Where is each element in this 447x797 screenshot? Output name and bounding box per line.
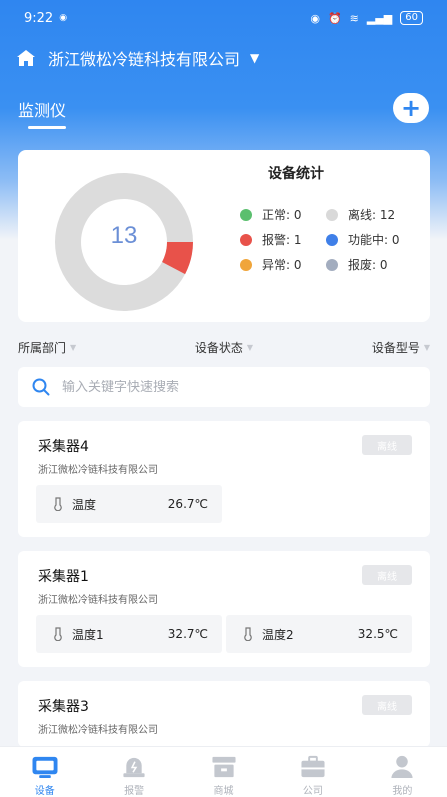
reading-label: 温度2 [262,627,294,642]
device-name: 采集器4 [38,439,89,455]
device-total: 13 [110,222,138,249]
device-card[interactable]: 采集器1 浙江微松冷链科技有限公司 离线 温度1 32.7℃ 温度2 32.5℃ [18,551,430,667]
reading-value: 32.5℃ [357,627,398,641]
reading-value: 26.7℃ [167,497,208,511]
device-name: 采集器3 [38,699,89,715]
tab-store[interactable]: 商城 [179,747,268,797]
status-time: 9:22 [24,10,54,26]
legend-working: 功能中: 0 [326,231,430,248]
search-box[interactable] [18,367,430,407]
home-icon [17,50,35,66]
battery-icon: 60 [400,11,423,25]
plus-icon: + [400,94,422,122]
orange-dot-icon [240,258,252,271]
device-card[interactable]: 采集器3 浙江微松冷链科技有限公司 离线 [18,681,430,747]
filter-department[interactable]: 所属部门 ▼ [18,338,76,356]
green-dot-icon [240,208,252,221]
status-badge: 离线 [362,565,412,585]
company-selector[interactable]: 浙江微松冷链科技有限公司 ▼ [16,44,259,72]
tab-monitor[interactable]: 监测仪 [18,97,66,121]
tab-devices[interactable]: 设备 [0,747,89,797]
status-bar: 9:22 ◉ ◉ ⏰ ≋ ▂▄▆ 60 [0,0,447,36]
device-name: 采集器1 [38,569,89,585]
filter-status[interactable]: 设备状态 ▼ [195,338,253,356]
device-stats-card: 13 设备统计 正常: 0 离线: 12 报警: 1 功能中: 0 异常: 0 … [18,150,430,322]
tab-alarm[interactable]: 报警 [89,747,178,797]
stats-title: 设备统计 [268,166,324,182]
reading-label: 温度1 [72,627,104,642]
device-company: 浙江微松冷链科技有限公司 [38,725,158,736]
caret-down-icon: ▼ [246,342,254,352]
reading-value: 32.7℃ [167,627,208,641]
alarm-clock-icon: ⏰ [327,11,342,25]
search-input[interactable] [62,379,392,395]
reading-item: 温度 26.7℃ [36,485,222,523]
slate-dot-icon [326,258,338,271]
blue-dot-icon [326,233,338,246]
legend-alarm: 报警: 1 [240,231,326,248]
notification-icon: ◉ [59,13,68,23]
wifi-icon: ≋ [349,11,359,25]
device-company: 浙江微松冷链科技有限公司 [38,595,158,606]
thermometer-icon [54,497,62,511]
tab-indicator [28,126,66,129]
caret-down-icon: ▼ [70,342,77,352]
red-dot-icon [240,233,252,246]
store-icon [211,756,236,778]
legend-scrapped: 报废: 0 [326,256,430,273]
thermometer-icon [244,627,252,641]
user-icon [391,755,413,779]
device-company: 浙江微松冷链科技有限公司 [38,465,158,476]
status-badge: 离线 [362,435,412,455]
tab-company[interactable]: 公司 [268,747,357,797]
bottom-tab-bar: 设备 报警 商城 公司 我的 [0,746,447,797]
add-device-button[interactable]: + [393,93,429,123]
reading-item: 温度1 32.7℃ [36,615,222,653]
company-icon [301,755,325,778]
signal-icon: ▂▄▆ [366,11,393,25]
chevron-down-icon: ▼ [250,51,260,65]
caret-down-icon: ▼ [423,342,430,352]
legend-offline: 离线: 12 [326,206,430,223]
reading-label: 温度 [72,497,97,512]
legend-abnormal: 异常: 0 [240,256,326,273]
stats-legend: 正常: 0 离线: 12 报警: 1 功能中: 0 异常: 0 报废: 0 [240,202,430,277]
eye-icon: ◉ [310,11,320,25]
device-icon [32,756,58,779]
thermometer-icon [54,627,62,641]
tab-mine[interactable]: 我的 [358,747,447,797]
alarm-icon [123,757,145,778]
filter-model[interactable]: 设备型号 ▼ [372,338,430,356]
legend-normal: 正常: 0 [240,206,326,223]
reading-item: 温度2 32.5℃ [226,615,412,653]
device-card[interactable]: 采集器4 浙江微松冷链科技有限公司 离线 温度 26.7℃ [18,421,430,537]
search-icon [32,378,50,396]
status-badge: 离线 [362,695,412,715]
grey-dot-icon [326,208,338,221]
company-name: 浙江微松冷链科技有限公司 [48,50,241,69]
filter-bar: 所属部门 ▼ 设备状态 ▼ 设备型号 ▼ [18,338,430,356]
